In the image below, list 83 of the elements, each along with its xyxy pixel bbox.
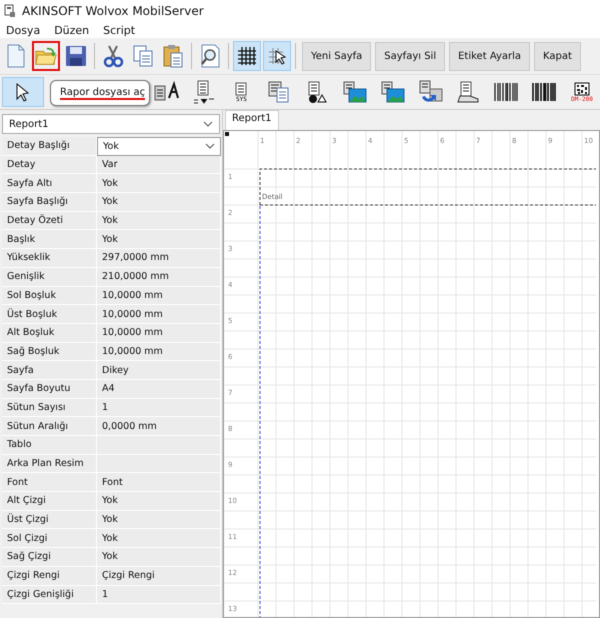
menu-item[interactable]: Dosya — [6, 24, 40, 36]
property-value[interactable]: 10,0000 mm — [97, 324, 221, 343]
property-name: Sol Boşluk — [2, 286, 97, 306]
property-name: Sayfa — [2, 361, 97, 380]
property-name: Üst Boşluk — [2, 305, 97, 324]
property-name: Yükseklik — [2, 249, 97, 268]
property-value[interactable]: 10,0000 mm — [97, 305, 221, 324]
toolbar-button[interactable]: Etiket Ayarla — [449, 42, 530, 70]
grid-icon — [236, 45, 258, 67]
report-dropdown[interactable]: Report1 — [2, 114, 220, 134]
property-name: Genişlik — [2, 268, 97, 286]
toolbar-button[interactable]: Kapat — [534, 42, 581, 70]
documents-icon — [267, 80, 292, 104]
document-stand-icon — [455, 80, 482, 104]
app-icon — [4, 4, 16, 18]
barcode-icon — [530, 81, 558, 103]
property-value[interactable]: 1 — [97, 398, 221, 418]
property-name: Sayfa Boyutu — [2, 380, 97, 399]
property-name: Detay Özeti — [2, 212, 97, 230]
formula-icon — [192, 79, 216, 105]
property-value[interactable]: Yok — [97, 548, 221, 567]
corner-marker — [225, 132, 229, 136]
snap-tool-button[interactable] — [263, 41, 291, 71]
document-icon — [235, 82, 248, 96]
cursor-icon — [14, 82, 32, 102]
menu-item[interactable]: Düzen — [54, 24, 90, 36]
property-name: Detay — [2, 156, 97, 174]
matrix-code-icon — [574, 82, 590, 96]
toolbar-button[interactable]: Sayfayı Sil — [375, 42, 446, 70]
picture-icon — [342, 80, 368, 104]
menu-item[interactable]: Script — [103, 24, 136, 36]
window-title: AKINSOFT Wolvox MobilServer — [22, 4, 204, 18]
property-name: Sağ Boşluk — [2, 342, 97, 362]
property-name: Arka Plan Resim — [2, 454, 97, 474]
property-value[interactable]: 1 — [97, 586, 221, 604]
property-name: Sol Çizgi — [2, 529, 97, 548]
scissors-icon — [101, 44, 125, 68]
chevron-down-icon — [203, 121, 213, 127]
property-value[interactable]: Var — [97, 156, 221, 174]
property-name: Sayfa Başlığı — [2, 193, 97, 212]
property-value[interactable]: A4 — [97, 380, 221, 399]
clipboard-icon — [161, 43, 185, 69]
property-value[interactable]: Yok — [97, 510, 221, 530]
chevron-down-icon — [205, 143, 215, 150]
property-value[interactable]: 10,0000 mm — [97, 286, 221, 306]
property-value[interactable]: Yok — [97, 529, 221, 548]
grid-tool-button[interactable] — [233, 41, 261, 71]
picture-icon — [380, 80, 406, 104]
property-dropdown[interactable]: Yok — [97, 137, 221, 156]
property-value[interactable]: 210,0000 mm — [97, 268, 221, 286]
property-value[interactable]: Yok — [97, 492, 221, 511]
property-value[interactable]: Çizgi Rengi — [97, 566, 221, 586]
property-name: Alt Boşluk — [2, 324, 97, 343]
barcode-icon — [492, 81, 520, 103]
property-name: Font — [2, 473, 97, 492]
property-name: Üst Çizgi — [2, 510, 97, 530]
property-name: Sütun Aralığı — [2, 417, 97, 436]
property-name: Çizgi Rengi — [2, 566, 97, 586]
property-name: Başlık — [2, 230, 97, 250]
property-name: Tablo — [2, 436, 97, 455]
cursor-grid-icon — [266, 45, 288, 67]
tooltip-text: Rapor dosyası aç — [60, 86, 146, 100]
property-value[interactable]: Yok — [97, 174, 221, 194]
property-value[interactable]: 297,0000 mm — [97, 249, 221, 268]
property-name: Detay Başlığı — [2, 137, 97, 156]
property-name: Sütun Sayısı — [2, 398, 97, 418]
property-value[interactable]: Yok — [97, 193, 221, 212]
pointer-tool-button[interactable] — [2, 77, 44, 107]
property-value[interactable]: 10,0000 mm — [97, 342, 221, 362]
copy-icon — [131, 44, 155, 68]
property-name: Sayfa Altı — [2, 174, 97, 194]
property-name: Alt Çizgi — [2, 492, 97, 511]
property-value[interactable]: 0,0000 mm — [97, 417, 221, 436]
property-value[interactable]: Font — [97, 473, 221, 492]
magnifier-icon — [198, 43, 222, 69]
property-name: Çizgi Genişliği — [2, 586, 97, 604]
report-tab[interactable]: Report1 — [225, 110, 279, 130]
open-tool-button[interactable] — [32, 41, 60, 71]
property-value[interactable]: Yok — [97, 230, 221, 250]
property-name: Sağ Çizgi — [2, 548, 97, 567]
property-value[interactable]: Dikey — [97, 361, 221, 380]
property-value[interactable]: Yok — [97, 212, 221, 230]
toolbar-button[interactable]: Yeni Sayfa — [302, 42, 372, 70]
